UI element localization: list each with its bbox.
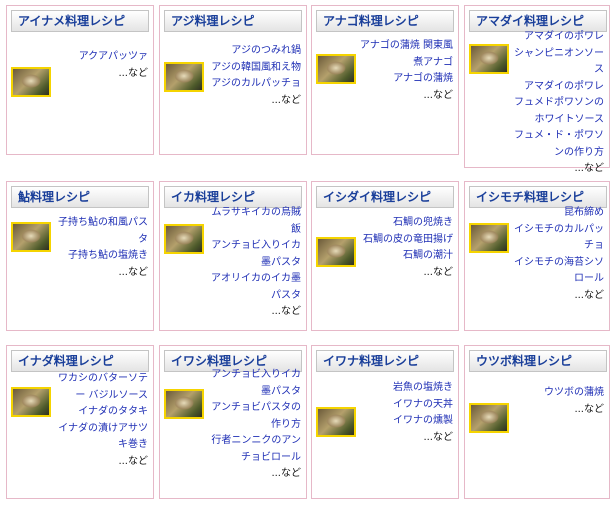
recipe-link[interactable]: フュメ・ド・ポワソンの作り方: [513, 128, 604, 161]
more-link[interactable]: ...など: [208, 466, 301, 483]
recipe-link-list: アクアパッツァ ...など: [55, 49, 148, 82]
recipe-link[interactable]: 岩魚の塩焼き: [360, 380, 453, 397]
card-title-link[interactable]: ウツボ料理レシピ: [469, 350, 607, 372]
recipe-link[interactable]: ワカシのバターソテー バジルソース: [55, 371, 148, 404]
more-link[interactable]: ...など: [55, 454, 148, 471]
more-link[interactable]: ...など: [513, 402, 604, 419]
recipe-link[interactable]: アジのカルパッチョ: [208, 76, 301, 93]
recipe-card-ishidai: イシダイ料理レシピ石鯛の兜焼き 石鯛の皮の竜田揚げ 石鯛の潮汁 ...など: [311, 181, 459, 331]
recipe-link-list: 石鯛の兜焼き 石鯛の皮の竜田揚げ 石鯛の潮汁 ...など: [360, 215, 453, 281]
greenling-dish-photo[interactable]: [11, 67, 51, 97]
more-link[interactable]: ...など: [55, 265, 148, 282]
recipe-link[interactable]: アジの韓国風和え物: [208, 60, 301, 77]
recipe-link-list: アジのつみれ鍋 アジの韓国風和え物 アジのカルパッチョ ...など: [208, 43, 301, 109]
recipe-link[interactable]: アオリイカのイカ墨パスタ: [208, 271, 301, 304]
card-title-link[interactable]: 鮎料理レシピ: [11, 186, 149, 208]
striped-beakfish-dish-photo[interactable]: [316, 237, 356, 267]
recipe-card-iwana: イワナ料理レシピ岩魚の塩焼き イワナの天丼 イワナの燻製 ...など: [311, 345, 459, 499]
recipe-link[interactable]: 子持ち鮎の塩焼き: [55, 248, 148, 265]
conger-eel-dish-photo[interactable]: [316, 54, 356, 84]
croaker-dish-photo[interactable]: [469, 223, 509, 253]
card-title-link[interactable]: イシダイ料理レシピ: [316, 186, 454, 208]
recipe-link[interactable]: イシモチの海苔シソロール: [513, 255, 604, 288]
recipe-link[interactable]: イワナの天丼: [360, 397, 453, 414]
more-link[interactable]: ...など: [208, 304, 301, 321]
recipe-card-ayu: 鮎料理レシピ子持ち鮎の和風パスタ 子持ち鮎の塩焼き ...など: [6, 181, 154, 331]
recipe-card-ika: イカ料理レシピ ムラサキイカの烏賊飯 アンチョビ入りイカ墨パスタ アオリイカのイカ墨パ…: [159, 181, 307, 331]
recipe-link[interactable]: 行者ニンニクのアンチョビロール: [208, 433, 301, 466]
recipe-card-inada: イナダ料理レシピ ワカシのバターソテー バジルソース イナダのタタキ イナダの漬けアサ…: [6, 345, 154, 499]
recipe-card-ainame: アイナメ料理レシピアクアパッツァ ...など: [6, 5, 154, 155]
recipe-card-ishimochi: イシモチ料理レシピ 昆布締め イシモチのカルパッチョ イシモチの海苔シソロール ...な…: [464, 181, 610, 331]
recipe-link[interactable]: アマダイのポワレ シャンピニオンソース: [513, 29, 604, 79]
sardine-dish-photo[interactable]: [164, 389, 204, 419]
card-title-link[interactable]: アナゴ料理レシピ: [316, 10, 454, 32]
recipe-link[interactable]: アンチョビ入りイカ墨パスタ: [208, 238, 301, 271]
recipe-link[interactable]: 煮アナゴ: [360, 55, 453, 72]
card-title-link[interactable]: イワナ料理レシピ: [316, 350, 454, 372]
card-title-link[interactable]: アイナメ料理レシピ: [11, 10, 149, 32]
recipe-link[interactable]: イナダの漬けアサツキ巻き: [55, 421, 148, 454]
recipe-link[interactable]: イシモチのカルパッチョ: [513, 222, 604, 255]
squid-dish-photo[interactable]: [164, 224, 204, 254]
recipe-link-list: 子持ち鮎の和風パスタ 子持ち鮎の塩焼き ...など: [55, 215, 148, 281]
recipe-link[interactable]: イナダのタタキ: [55, 404, 148, 421]
recipe-card-amadai: アマダイ料理レシピ アマダイのポワレ シャンピニオンソース アマダイのポワレ フュメ…: [464, 5, 610, 174]
recipe-link-list: アマダイのポワレ シャンピニオンソース アマダイのポワレ フュメドポワソンのホワイ…: [513, 29, 604, 178]
recipe-card-utsubo: ウツボ料理レシピウツボの蒲焼 ...など: [464, 345, 610, 499]
recipe-link-list: アナゴの蒲焼 関東風 煮アナゴ アナゴの蒲焼 ...など: [360, 38, 453, 104]
tilefish-dish-photo[interactable]: [469, 44, 509, 74]
recipe-link[interactable]: 石鯛の兜焼き: [360, 215, 453, 232]
recipe-link-list: アンチョビ入りイカ墨パスタ アンチョビパスタの作り方 行者ニンニクのアンチョビロール…: [208, 367, 301, 483]
recipe-link[interactable]: ウツボの蒲焼: [513, 385, 604, 402]
more-link[interactable]: ...など: [360, 265, 453, 282]
more-link[interactable]: ...など: [513, 288, 604, 305]
recipe-link[interactable]: イワナの燻製: [360, 413, 453, 430]
recipe-link-list: ワカシのバターソテー バジルソース イナダのタタキ イナダの漬けアサツキ巻き ...な…: [55, 371, 148, 470]
more-link[interactable]: ...など: [208, 93, 301, 110]
ayu-dish-photo[interactable]: [11, 222, 51, 252]
horse-mackerel-dish-photo[interactable]: [164, 62, 204, 92]
recipe-card-aji: アジ料理レシピアジのつみれ鍋 アジの韓国風和え物 アジのカルパッチョ ...など: [159, 5, 307, 155]
recipe-link[interactable]: アマダイのポワレ フュメドポワソンのホワイトソース: [513, 79, 604, 129]
recipe-link[interactable]: アジのつみれ鍋: [208, 43, 301, 60]
more-link[interactable]: ...など: [55, 66, 148, 83]
yellowtail-dish-photo[interactable]: [11, 387, 51, 417]
recipe-link[interactable]: アンチョビ入りイカ墨パスタ: [208, 367, 301, 400]
recipe-card-iwashi: イワシ料理レシピ アンチョビ入りイカ墨パスタ アンチョビパスタの作り方 行者ニンニクの…: [159, 345, 307, 499]
char-dish-photo[interactable]: [316, 407, 356, 437]
card-title-link[interactable]: イナダ料理レシピ: [11, 350, 149, 372]
recipe-link-list: 昆布締め イシモチのカルパッチョ イシモチの海苔シソロール ...など: [513, 205, 604, 304]
moray-eel-dish-photo[interactable]: [469, 403, 509, 433]
recipe-link[interactable]: ムラサキイカの烏賊飯: [208, 205, 302, 238]
recipe-link-list: ウツボの蒲焼 ...など: [513, 385, 604, 418]
recipe-link-list: 岩魚の塩焼き イワナの天丼 イワナの燻製 ...など: [360, 380, 453, 446]
card-title-link[interactable]: アジ料理レシピ: [164, 10, 302, 32]
recipe-link[interactable]: 昆布締め: [513, 205, 604, 222]
recipe-link[interactable]: アナゴの蒲焼 関東風: [360, 38, 453, 55]
more-link[interactable]: ...など: [513, 161, 604, 178]
recipe-link[interactable]: アクアパッツァ: [55, 49, 148, 66]
more-link[interactable]: ...など: [360, 430, 453, 447]
more-link[interactable]: ...など: [360, 88, 453, 105]
recipe-card-anago: アナゴ料理レシピアナゴの蒲焼 関東風 煮アナゴ アナゴの蒲焼 ...など: [311, 5, 459, 155]
recipe-link[interactable]: 石鯛の皮の竜田揚げ: [360, 232, 453, 249]
recipe-link[interactable]: 子持ち鮎の和風パスタ: [55, 215, 148, 248]
recipe-link[interactable]: アナゴの蒲焼: [360, 71, 453, 88]
recipe-link[interactable]: 石鯛の潮汁: [360, 248, 453, 265]
recipe-link[interactable]: アンチョビパスタの作り方: [208, 400, 301, 433]
recipe-link-list: ムラサキイカの烏賊飯 アンチョビ入りイカ墨パスタ アオリイカのイカ墨パスタ ...など: [208, 205, 301, 321]
